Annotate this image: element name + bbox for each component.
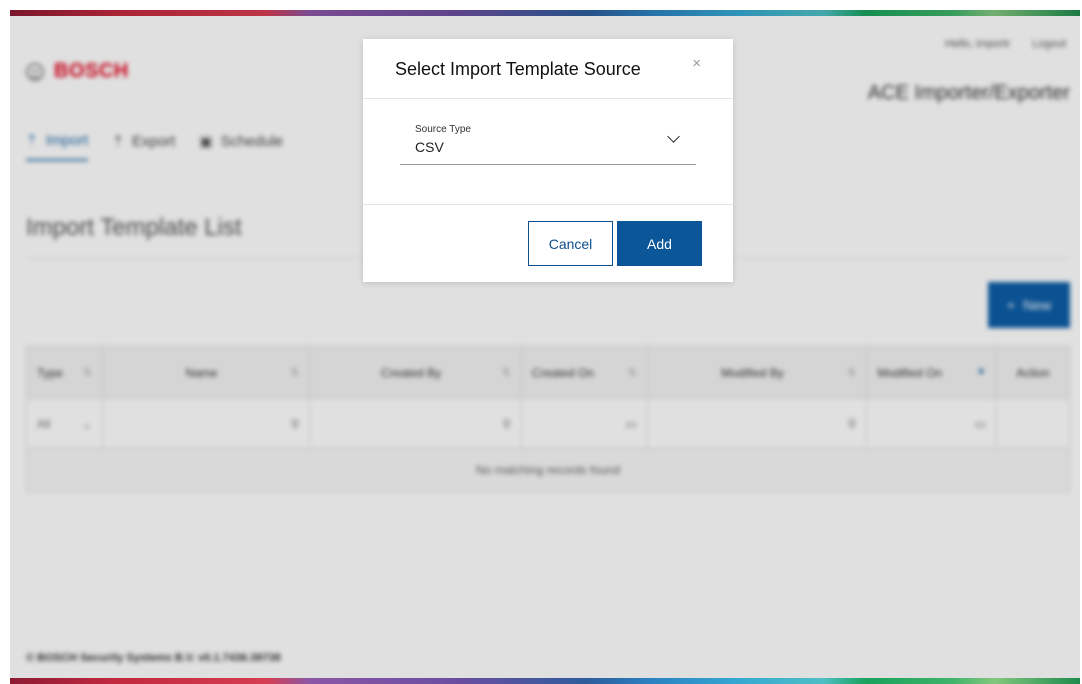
- bottom-supergraphic: [10, 678, 1080, 684]
- source-type-select[interactable]: Source Type CSV: [400, 121, 696, 165]
- dialog-body: Source Type CSV: [363, 100, 733, 205]
- dialog-header: Select Import Template Source ×: [363, 39, 733, 99]
- app-window: BOSCH Hello, importr Logout ACE Importer…: [10, 10, 1080, 684]
- dialog-footer: Cancel Add: [363, 205, 733, 282]
- close-icon[interactable]: ×: [692, 55, 701, 72]
- add-button[interactable]: Add: [617, 221, 702, 266]
- source-type-label: Source Type: [415, 124, 471, 135]
- select-source-dialog: Select Import Template Source × Source T…: [363, 39, 733, 282]
- source-type-value: CSV: [415, 139, 444, 155]
- dialog-title: Select Import Template Source: [395, 59, 641, 79]
- chevron-down-icon: [667, 130, 680, 143]
- cancel-button[interactable]: Cancel: [528, 221, 613, 266]
